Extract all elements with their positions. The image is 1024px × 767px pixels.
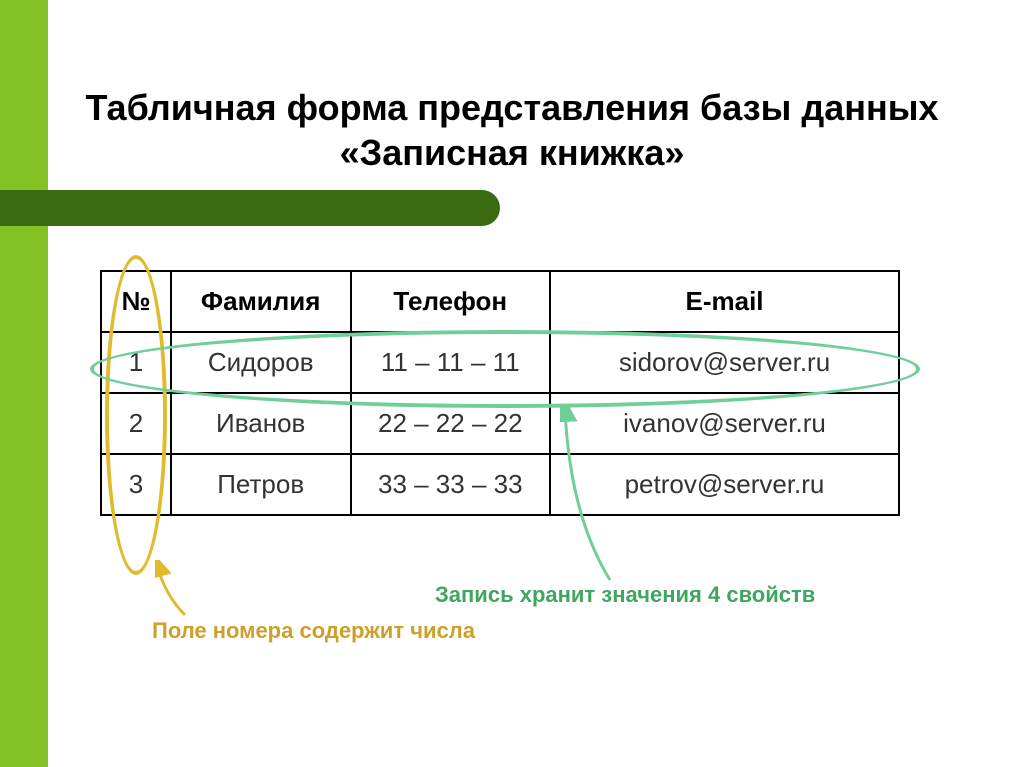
cell-email: ivanov@server.ru: [550, 393, 899, 454]
cell-phone: 11 – 11 – 11: [351, 332, 550, 393]
field-arrow-icon: [155, 560, 195, 620]
table-row: 2 Иванов 22 – 22 – 22 ivanov@server.ru: [101, 393, 899, 454]
table-header-row: № Фамилия Телефон E-mail: [101, 271, 899, 332]
data-table: № Фамилия Телефон E-mail 1 Сидоров 11 – …: [100, 270, 900, 516]
record-annotation: Запись хранит значения 4 свойств: [435, 582, 815, 608]
cell-surname: Сидоров: [171, 332, 351, 393]
cell-num: 2: [101, 393, 171, 454]
cell-email: sidorov@server.ru: [550, 332, 899, 393]
header-phone: Телефон: [351, 271, 550, 332]
cell-surname: Иванов: [171, 393, 351, 454]
cell-num: 1: [101, 332, 171, 393]
cell-phone: 33 – 33 – 33: [351, 454, 550, 515]
table-row: 3 Петров 33 – 33 – 33 petrov@server.ru: [101, 454, 899, 515]
header-surname: Фамилия: [171, 271, 351, 332]
cell-surname: Петров: [171, 454, 351, 515]
decorative-pill: [0, 190, 500, 226]
table-row: 1 Сидоров 11 – 11 – 11 sidorov@server.ru: [101, 332, 899, 393]
header-email: E-mail: [550, 271, 899, 332]
cell-email: petrov@server.ru: [550, 454, 899, 515]
field-annotation: Поле номера содержит числа: [152, 618, 475, 644]
cell-phone: 22 – 22 – 22: [351, 393, 550, 454]
header-num: №: [101, 271, 171, 332]
cell-num: 3: [101, 454, 171, 515]
page-title: Табличная форма представления базы данны…: [0, 85, 1024, 175]
